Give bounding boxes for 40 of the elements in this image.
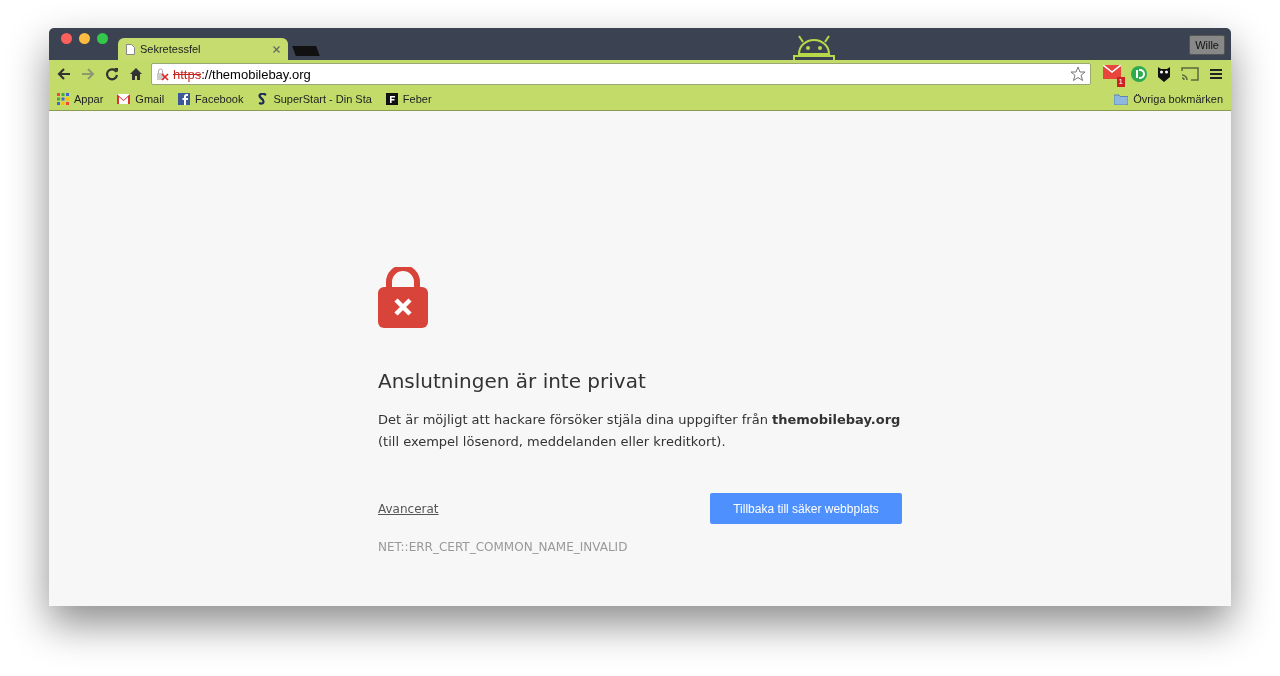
bookmark-item[interactable]: Appar bbox=[57, 93, 104, 105]
error-code: NET::ERR_CERT_COMMON_NAME_INVALID bbox=[378, 540, 629, 554]
folder-icon bbox=[1114, 93, 1129, 105]
f-square-icon bbox=[385, 93, 398, 105]
menu-icon[interactable] bbox=[1209, 68, 1223, 80]
home-icon[interactable] bbox=[129, 67, 143, 81]
cast-icon[interactable] bbox=[1181, 67, 1199, 81]
profile-button[interactable]: Wille bbox=[1189, 35, 1225, 55]
bookmark-label: Gmail bbox=[135, 93, 165, 105]
other-bookmarks-item[interactable]: Övriga bokmärken bbox=[1114, 93, 1223, 105]
advanced-link[interactable]: Avancerat bbox=[378, 501, 439, 516]
bookmark-label: Appar bbox=[74, 93, 104, 105]
address-bar[interactable]: https://themobilebay.org bbox=[151, 63, 1091, 85]
close-tab-icon[interactable] bbox=[273, 45, 280, 53]
reload-icon[interactable] bbox=[105, 67, 119, 81]
error-heading: Anslutningen är inte privat bbox=[378, 369, 647, 393]
broken-lock-icon bbox=[156, 67, 169, 81]
circle-logo-icon[interactable] bbox=[1131, 66, 1147, 82]
bookmark-item[interactable]: Feber bbox=[385, 93, 432, 105]
f-logo-icon bbox=[178, 93, 191, 105]
minimize-button[interactable] bbox=[79, 32, 90, 44]
close-window-button[interactable] bbox=[61, 32, 72, 44]
apps-grid-icon bbox=[57, 93, 69, 105]
bookmark-item[interactable]: SuperStart - Din Sta bbox=[257, 92, 372, 106]
bookmark-label: Övriga bokmärken bbox=[1133, 93, 1223, 105]
bookmark-label: SuperStart - Din Sta bbox=[273, 93, 372, 105]
page-icon bbox=[126, 43, 135, 55]
browser-tab[interactable]: Sekretessfel bbox=[118, 38, 288, 60]
bookmark-label: Feber bbox=[402, 93, 432, 105]
zoom-button[interactable] bbox=[97, 32, 108, 44]
notification-badge: 1 bbox=[1116, 77, 1125, 87]
bookmark-item[interactable]: Gmail bbox=[117, 93, 165, 105]
bookmark-label: Facebook bbox=[195, 93, 244, 105]
bookmark-item[interactable]: Facebook bbox=[178, 93, 244, 105]
envelope-icon bbox=[117, 94, 131, 104]
back-icon[interactable] bbox=[57, 67, 71, 81]
error-description: Det är möjligt att hackare försöker stjäla dina uppgifter från themobilebay.org (till exempel lösenord, meddelanden eller kreditkort). bbox=[378, 411, 902, 451]
s-logo-icon bbox=[257, 92, 269, 106]
star-icon[interactable] bbox=[1070, 66, 1086, 82]
lock-error-icon bbox=[378, 267, 428, 329]
